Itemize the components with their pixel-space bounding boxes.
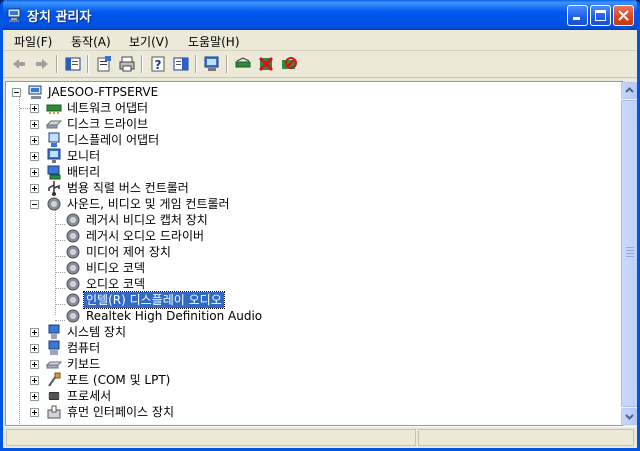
category-label: 프로세서 <box>67 389 112 403</box>
show-hide-tree-icon[interactable] <box>64 55 82 73</box>
maximize-icon <box>595 10 606 21</box>
sound-device-icon <box>66 277 80 291</box>
menu-view[interactable]: 보기(V) <box>129 33 169 50</box>
sound-controller-icon <box>47 197 61 211</box>
help-icon[interactable]: ? <box>149 55 167 73</box>
window-title: 장치 관리자 <box>27 10 92 25</box>
status-cell-main <box>6 429 416 446</box>
arrow-up-icon <box>625 87 634 93</box>
expand-toggle[interactable] <box>30 360 39 369</box>
menu-help[interactable]: 도움말(H) <box>188 33 240 50</box>
sound-device-icon <box>66 309 80 323</box>
device-label: 오디오 코덱 <box>86 277 146 291</box>
sound-device-icon <box>66 293 80 307</box>
display-adapter-icon <box>48 132 60 147</box>
expand-toggle[interactable] <box>30 136 39 145</box>
usb-controller-icon <box>48 181 60 196</box>
category-label: 시스템 장치 <box>67 325 127 339</box>
sound-device-icon <box>66 261 80 275</box>
disable-icon[interactable] <box>280 55 298 73</box>
network-adapter-icon <box>46 104 62 114</box>
keyboard-icon <box>46 361 62 369</box>
device-label: 레거시 비디오 캡처 장치 <box>86 213 208 227</box>
expand-toggle[interactable] <box>30 408 39 417</box>
device-manager-window: 장치 관리자 파일(F) 동작(A) 보기(V) 도움말(H) ? JAESOO… <box>0 0 640 451</box>
scroll-thumb[interactable] <box>621 100 637 407</box>
update-driver-icon[interactable] <box>234 55 252 73</box>
device-label: 비디오 코덱 <box>86 261 146 275</box>
sound-device-icon <box>66 229 80 243</box>
menu-bar: 파일(F) 동작(A) 보기(V) 도움말(H) <box>3 30 637 51</box>
category-label: 모니터 <box>67 149 101 163</box>
expand-toggle[interactable] <box>30 152 39 161</box>
expand-toggle[interactable] <box>30 344 39 353</box>
category-label: 사운드, 비디오 및 게임 컨트롤러 <box>67 197 230 211</box>
svg-text:?: ? <box>155 58 162 72</box>
print-icon[interactable] <box>118 55 136 73</box>
expand-toggle[interactable] <box>30 328 39 337</box>
device-label: 레거시 오디오 드라이버 <box>86 229 205 243</box>
scan-hardware-icon[interactable] <box>203 55 221 73</box>
scroll-up-button[interactable] <box>621 82 637 99</box>
collapse-toggle[interactable] <box>30 200 39 209</box>
menu-file[interactable]: 파일(F) <box>14 33 52 50</box>
status-bar <box>3 426 637 448</box>
toolbar: ? <box>3 51 637 78</box>
monitor-icon <box>47 148 61 163</box>
expand-toggle[interactable] <box>30 392 39 401</box>
status-cell-side <box>418 429 634 446</box>
computer-icon <box>28 85 42 99</box>
device-tree[interactable]: JAESOO-FTPSERVE 네트워크 어댑터 디스크 드라이브 디스플레이 … <box>5 81 623 426</box>
device-label: Realtek High Definition Audio <box>86 309 263 323</box>
computer-icon <box>48 340 60 355</box>
device-manager-icon <box>7 8 21 22</box>
view-icon[interactable] <box>172 55 190 73</box>
close-icon <box>618 10 629 21</box>
sound-device-icon <box>66 245 80 259</box>
back-arrow-icon[interactable] <box>10 55 28 73</box>
category-label: 컴퓨터 <box>67 341 101 355</box>
computer-name: JAESOO-FTPSERVE <box>48 85 159 99</box>
expand-toggle[interactable] <box>30 376 39 385</box>
vertical-scrollbar[interactable] <box>621 82 637 425</box>
scroll-down-button[interactable] <box>621 408 637 425</box>
device-label: 인텔(R) 디스플레이 오디오 <box>83 291 225 309</box>
minimize-icon <box>573 17 580 20</box>
properties-icon[interactable] <box>95 55 113 73</box>
sound-device-icon <box>66 213 80 227</box>
maximize-button[interactable] <box>590 5 611 26</box>
category-label: 디스크 드라이브 <box>67 117 149 131</box>
collapse-toggle[interactable] <box>12 88 21 97</box>
forward-arrow-icon[interactable] <box>33 55 51 73</box>
category-label: 범용 직렬 버스 컨트롤러 <box>67 181 189 195</box>
port-icon <box>48 372 61 387</box>
expand-toggle[interactable] <box>30 184 39 193</box>
expand-toggle[interactable] <box>30 104 39 113</box>
uninstall-icon[interactable] <box>257 55 275 73</box>
device-label: 미디어 제어 장치 <box>86 245 171 259</box>
category-label: 포트 (COM 및 LPT) <box>67 373 171 387</box>
category-label: 배터리 <box>67 165 101 179</box>
arrow-down-icon <box>625 414 634 420</box>
category-label: 키보드 <box>67 357 101 371</box>
hid-icon <box>47 405 61 419</box>
system-device-icon <box>48 324 60 339</box>
minimize-button[interactable] <box>567 5 588 26</box>
menu-action[interactable]: 동작(A) <box>71 33 111 50</box>
battery-icon <box>47 165 61 180</box>
expand-toggle[interactable] <box>30 120 39 129</box>
expand-toggle[interactable] <box>30 168 39 177</box>
disk-drive-icon <box>46 120 62 129</box>
category-label: 휴먼 인터페이스 장치 <box>67 405 174 419</box>
title-bar[interactable]: 장치 관리자 <box>3 0 637 30</box>
category-label: 디스플레이 어댑터 <box>67 133 160 147</box>
category-label: 네트워크 어댑터 <box>67 101 149 115</box>
close-button[interactable] <box>613 5 634 26</box>
processor-icon <box>48 392 60 400</box>
